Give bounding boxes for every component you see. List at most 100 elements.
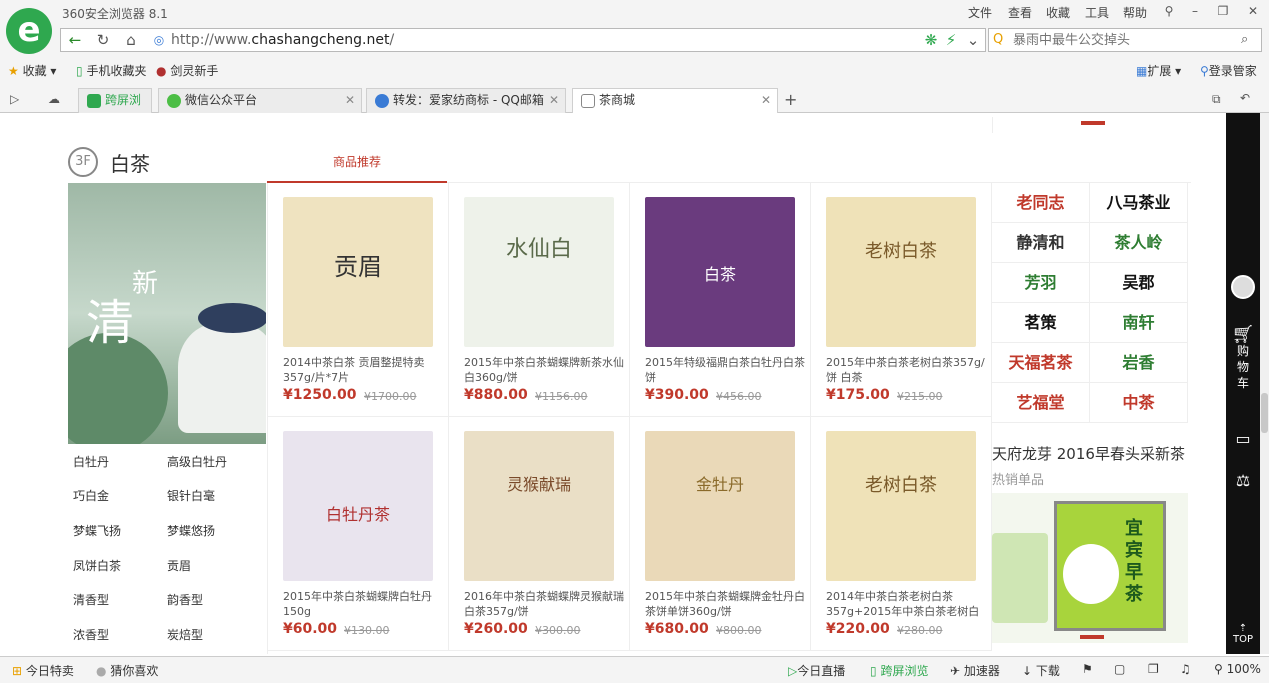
product-card[interactable]: 金牡丹 2015年中茶白茶蝴蝶牌金牡丹白茶饼单饼360g/饼 ¥680.00 ¥… [630, 417, 811, 651]
brand-logo[interactable]: 芳羽 [992, 263, 1090, 303]
product-name[interactable]: 2015年中茶白茶蝴蝶牌新茶水仙白360g/饼 [464, 355, 624, 385]
search-icon[interactable]: ⌕ [1241, 32, 1248, 47]
category-link[interactable]: 浓香型 [73, 626, 109, 643]
product-card[interactable]: 贡眉 2014中茶白茶 贡眉整提特卖357g/片*7片 ¥1250.00 ¥17… [268, 183, 449, 417]
bookmark-jianling[interactable]: ● 剑灵新手 [156, 62, 218, 79]
compare-icon[interactable]: ⚖ [1226, 471, 1260, 490]
product-card[interactable]: 老树白茶 2014年中茶白茶老树白茶357g+2015年中茶白茶老树白 ¥220… [811, 417, 992, 651]
cloud-icon[interactable]: ☁ [48, 92, 60, 106]
tab-tea-mall[interactable]: 茶商城 ✕ [572, 88, 778, 113]
cart-button[interactable]: 🛒︎ 购物车 [1226, 326, 1260, 391]
product-image[interactable]: 白牡丹茶 [283, 431, 433, 581]
close-button[interactable]: ✕ [1242, 2, 1264, 20]
category-link[interactable]: 韵香型 [167, 591, 203, 608]
close-icon[interactable]: ✕ [345, 89, 355, 112]
brand-logo[interactable]: 岩香 [1090, 343, 1188, 383]
product-name[interactable]: 2015年中茶白茶蝴蝶牌白牡丹150g [283, 589, 443, 619]
product-image[interactable]: 贡眉 [283, 197, 433, 347]
scrollbar-thumb[interactable] [1261, 393, 1268, 433]
url-field[interactable]: http://www.chashangcheng.net/ [171, 32, 394, 48]
sound-icon[interactable]: ♫ [1180, 662, 1191, 676]
category-link[interactable]: 炭焙型 [167, 626, 203, 643]
category-link[interactable]: 巧白金 [73, 487, 109, 504]
brand-logo[interactable]: 吴郡 [1090, 263, 1188, 303]
message-icon[interactable]: ▭ [1226, 429, 1260, 448]
category-link[interactable]: 梦蝶飞扬 [73, 522, 121, 539]
zoom-control[interactable]: ⚲ 100% [1214, 662, 1261, 676]
sidebar-toggle-icon[interactable]: ▷ [10, 92, 19, 106]
menu-help[interactable]: 帮助 [1123, 4, 1147, 21]
brand-logo[interactable]: 茗策 [992, 303, 1090, 343]
product-image[interactable]: 灵猴献瑞 [464, 431, 614, 581]
menu-file[interactable]: 文件 [968, 4, 992, 21]
accelerator-button[interactable]: ✈ 加速器 [950, 662, 1000, 679]
search-input[interactable] [1013, 31, 1243, 49]
minimize-button[interactable]: – [1184, 2, 1206, 20]
extensions-button[interactable]: ▦扩展 ▾ [1136, 62, 1181, 79]
download-button[interactable]: ↓ 下载 [1022, 662, 1060, 679]
speed-icon[interactable]: ⚡ [939, 30, 963, 50]
product-card[interactable]: 白茶 2015年特级福鼎白茶白牡丹白茶饼 ¥390.00 ¥456.00 [630, 183, 811, 417]
category-link[interactable]: 梦蝶悠扬 [167, 522, 215, 539]
scrollbar[interactable] [1260, 113, 1269, 654]
brand-logo[interactable]: 中茶 [1090, 383, 1188, 423]
live-button[interactable]: ▷今日直播 [788, 662, 845, 679]
page-icon[interactable]: ▢ [1114, 662, 1125, 676]
product-image[interactable]: 老树白茶 [826, 431, 976, 581]
brand-logo[interactable]: 静清和 [992, 223, 1090, 263]
category-link[interactable]: 银针白毫 [167, 487, 215, 504]
product-card[interactable]: 灵猴献瑞 2016年中茶白茶蝴蝶牌灵猴献瑞白茶357g/饼 ¥260.00 ¥3… [449, 417, 630, 651]
bookmark-mobile[interactable]: ▯ 手机收藏夹 [76, 62, 146, 79]
today-sale-button[interactable]: ⊞ 今日特卖 [12, 662, 74, 679]
product-image[interactable]: 水仙白 [464, 197, 614, 347]
tab-qqmail[interactable]: 转发：爱家纺商标 - QQ邮箱 ✕ [366, 88, 566, 113]
product-card[interactable]: 老树白茶 2015年中茶白茶老树白茶357g/饼 白茶 ¥175.00 ¥215… [811, 183, 992, 417]
category-link[interactable]: 贡眉 [167, 557, 191, 574]
category-link[interactable]: 白牡丹 [73, 453, 109, 470]
product-card[interactable]: 白牡丹茶 2015年中茶白茶蝴蝶牌白牡丹150g ¥60.00 ¥130.00 [268, 417, 449, 651]
brand-logo[interactable]: 老同志 [992, 183, 1090, 223]
tab-wechat[interactable]: 微信公众平台 ✕ [158, 88, 362, 113]
promo-title[interactable]: 天府龙芽 2016早春头采新茶 [992, 443, 1185, 464]
guess-button[interactable]: ● 猜你喜欢 [96, 662, 158, 679]
category-link[interactable]: 高级白牡丹 [167, 453, 227, 470]
product-image[interactable]: 白茶 [645, 197, 795, 347]
product-name[interactable]: 2016年中茶白茶蝴蝶牌灵猴献瑞白茶357g/饼 [464, 589, 624, 619]
promo-image[interactable]: 宜宾早茶 [992, 493, 1188, 643]
new-tab-button[interactable]: + [784, 90, 797, 109]
product-image[interactable]: 金牡丹 [645, 431, 795, 581]
back-to-top-button[interactable]: ⇡ TOP [1226, 623, 1260, 645]
avatar[interactable] [1226, 275, 1260, 302]
address-bar[interactable]: ← ↻ ⌂ ◎ http://www.chashangcheng.net/ ❋ … [60, 28, 986, 52]
brand-logo[interactable]: 天福茗茶 [992, 343, 1090, 383]
product-name[interactable]: 2014年中茶白茶老树白茶357g+2015年中茶白茶老树白 [826, 589, 986, 619]
product-name[interactable]: 2015年中茶白茶蝴蝶牌金牡丹白茶饼单饼360g/饼 [645, 589, 805, 619]
product-name[interactable]: 2015年中茶白茶老树白茶357g/饼 白茶 [826, 355, 986, 385]
brand-logo[interactable]: 八马茶业 [1090, 183, 1188, 223]
tab-cross-screen[interactable]: 跨屏浏览 [78, 88, 152, 130]
undo-close-icon[interactable]: ↶ [1240, 91, 1250, 105]
close-icon[interactable]: ✕ [549, 89, 559, 112]
login-button[interactable]: ⚲登录管家 [1200, 62, 1257, 79]
home-icon[interactable]: ⌂ [119, 30, 143, 50]
search-bar[interactable]: Q ⌕ [988, 28, 1262, 52]
flag-icon[interactable]: ⚑ [1082, 662, 1093, 676]
browser-logo-icon[interactable]: e [6, 8, 52, 54]
brand-logo[interactable]: 南轩 [1090, 303, 1188, 343]
category-link[interactable]: 凤饼白茶 [73, 557, 121, 574]
tab-list-icon[interactable]: ⧉ [1212, 92, 1221, 107]
tab-recommended[interactable]: 商品推荐 [267, 153, 447, 170]
product-image[interactable]: 老树白茶 [826, 197, 976, 347]
back-icon[interactable]: ← [63, 30, 87, 50]
floor-banner[interactable]: 清 新 [68, 183, 266, 444]
menu-view[interactable]: 查看 [1008, 4, 1032, 21]
product-name[interactable]: 2015年特级福鼎白茶白牡丹白茶饼 [645, 355, 805, 385]
maximize-button[interactable]: ❐ [1212, 2, 1234, 20]
product-name[interactable]: 2014中茶白茶 贡眉整提特卖357g/片*7片 [283, 355, 443, 385]
bookmark-favorites[interactable]: ★ 收藏 ▾ [8, 62, 56, 79]
search-engine-icon[interactable]: Q [993, 32, 1003, 47]
menu-favorites[interactable]: 收藏 [1046, 4, 1070, 21]
pin-icon[interactable]: ⚲ [1158, 2, 1180, 20]
refresh-icon[interactable]: ↻ [91, 30, 115, 50]
menu-tools[interactable]: 工具 [1085, 4, 1109, 21]
